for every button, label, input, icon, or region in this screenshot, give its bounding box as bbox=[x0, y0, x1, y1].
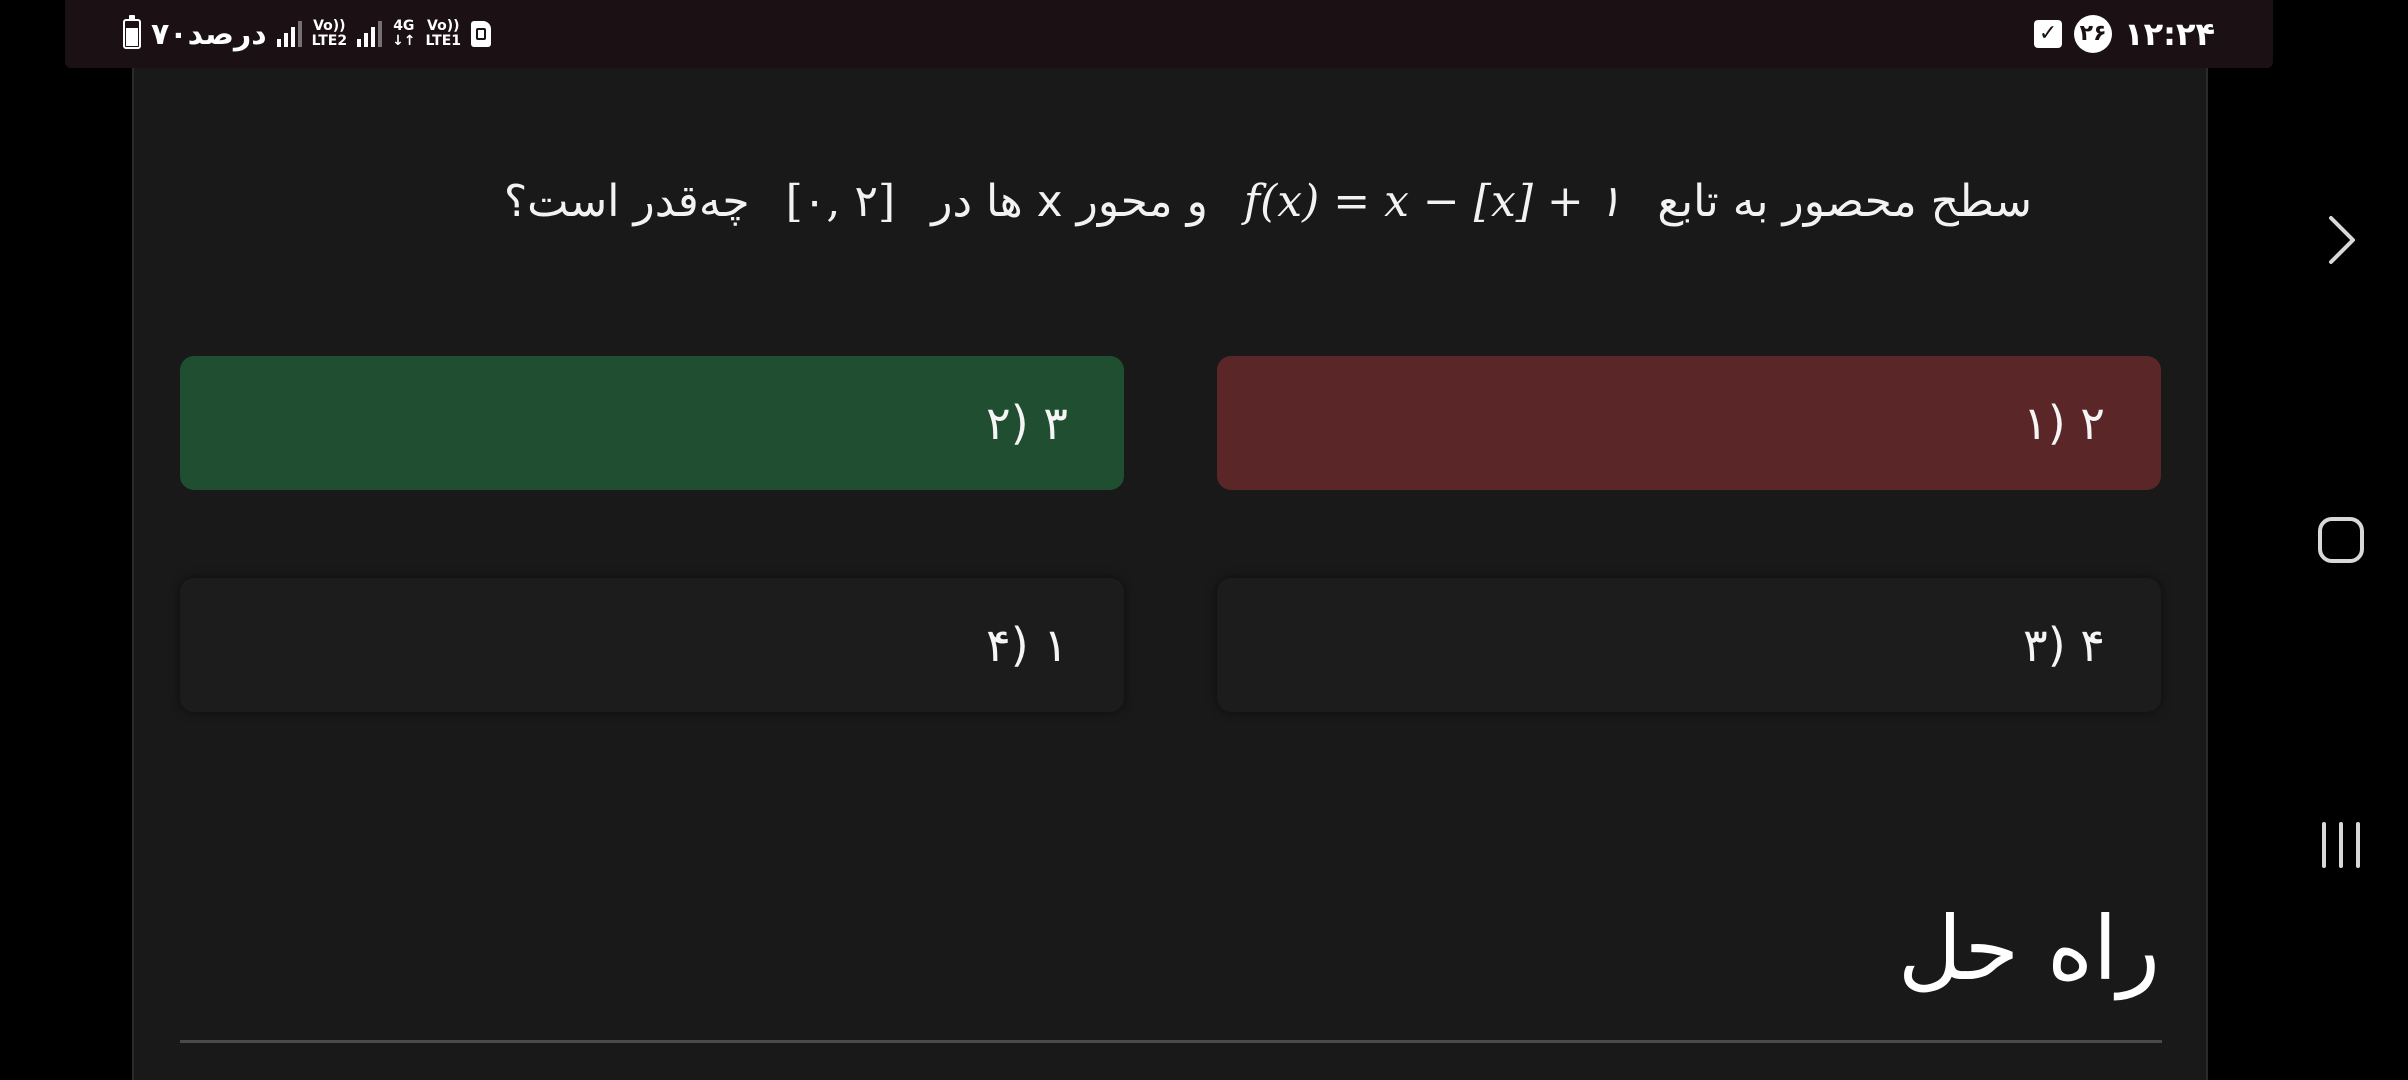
home-button[interactable] bbox=[2273, 500, 2408, 580]
question-panel: سطح محصور به تابع f(x) = x − [x] + ۱ و م… bbox=[132, 68, 2208, 1080]
network-tag-bottom: ↓↑ bbox=[392, 33, 416, 49]
network-tag-bottom: LTE2 bbox=[311, 33, 348, 49]
network-tag-top: Vo)) bbox=[427, 18, 460, 34]
option-label: ۱ (۴ bbox=[985, 618, 1068, 672]
status-bar: ۷۰درصد Vo)) LTE2 4G ↓↑ Vo)) LTE1 ✓ ۲۶ ۱۲… bbox=[65, 0, 2273, 68]
question-text-part-3: چه‌قدر است؟ bbox=[503, 176, 750, 227]
status-bar-left: ۷۰درصد Vo)) LTE2 4G ↓↑ Vo)) LTE1 bbox=[123, 14, 492, 54]
option-label: ۲ (۱ bbox=[2022, 396, 2105, 450]
notification-count-badge: ۲۶ bbox=[2074, 15, 2113, 53]
signal-bars-icon bbox=[357, 21, 383, 47]
status-bar-right: ✓ ۲۶ ۱۲:۲۴ bbox=[2034, 14, 2215, 54]
recents-bars-icon bbox=[2321, 822, 2360, 868]
option-label: ۳ (۲ bbox=[985, 396, 1068, 450]
navigation-bar bbox=[2273, 0, 2408, 1080]
chevron-right-icon bbox=[2328, 216, 2355, 264]
battery-text: ۷۰درصد bbox=[151, 16, 267, 52]
recents-button[interactable] bbox=[2273, 805, 2408, 885]
network-tag-lte2: Vo)) LTE2 bbox=[312, 19, 347, 49]
option-1-wrong[interactable]: ۲ (۱ bbox=[1217, 356, 2161, 490]
option-4[interactable]: ۱ (۴ bbox=[180, 578, 1124, 712]
question-text-part-2: و محور x ها در bbox=[931, 176, 1208, 227]
clock: ۱۲:۲۴ bbox=[2124, 15, 2215, 53]
option-2-correct[interactable]: ۳ (۲ bbox=[180, 356, 1124, 490]
option-label: ۴ (۳ bbox=[2022, 618, 2105, 672]
home-square-icon bbox=[2317, 517, 2364, 563]
battery-icon bbox=[123, 15, 141, 49]
network-tag-4g: 4G ↓↑ bbox=[392, 19, 415, 49]
solution-divider bbox=[180, 1040, 2162, 1043]
question-formula: f(x) = x − [x] + ۱ bbox=[1243, 176, 1622, 227]
network-tag-bottom: LTE1 bbox=[425, 33, 462, 49]
signal-bars-icon bbox=[276, 21, 302, 47]
sim-icon bbox=[471, 21, 492, 47]
question-text-part-1: سطح محصور به تابع bbox=[1657, 176, 2032, 227]
network-tag-top: Vo)) bbox=[313, 18, 346, 34]
solution-heading: راه حل bbox=[1897, 897, 2160, 1000]
question-interval: [۰, ۲] bbox=[785, 176, 896, 227]
forward-button[interactable] bbox=[2273, 200, 2408, 280]
option-3[interactable]: ۴ (۳ bbox=[1217, 578, 2161, 712]
network-tag-top: 4G bbox=[393, 18, 415, 34]
checkbox-notification-icon: ✓ bbox=[2034, 20, 2063, 48]
network-tag-lte1: Vo)) LTE1 bbox=[426, 19, 461, 49]
question-text: سطح محصور به تابع f(x) = x − [x] + ۱ و م… bbox=[332, 170, 2032, 234]
